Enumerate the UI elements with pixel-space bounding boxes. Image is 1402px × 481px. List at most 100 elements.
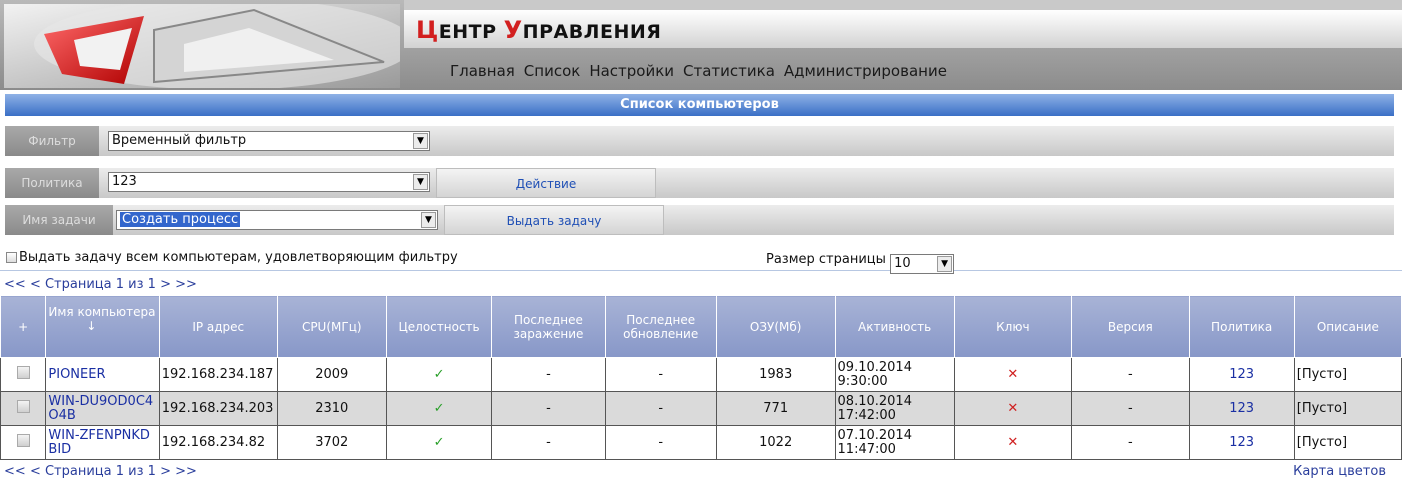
nav-statistics[interactable]: Статистика	[683, 62, 775, 80]
col-header-policy[interactable]: Политика	[1188, 295, 1295, 358]
col-header-key[interactable]: Ключ	[953, 295, 1073, 358]
filter-select-value: Временный фильтр	[112, 133, 247, 148]
assign-all-checkbox[interactable]	[6, 252, 17, 263]
last-infection-cell: -	[491, 391, 606, 426]
col-header-version[interactable]: Версия	[1071, 295, 1190, 358]
last-update-cell: -	[604, 391, 717, 426]
ram-cell: 771	[715, 391, 836, 426]
pager-next[interactable]: >	[160, 277, 171, 292]
check-icon: ✓	[385, 425, 493, 460]
title-part: ЕНТР	[438, 21, 504, 43]
assign-all-option[interactable]: Выдать задачу всем компьютерам, удовлетв…	[6, 250, 458, 265]
computer-name-text: WIN-DU9OD0C4O4B	[48, 393, 154, 423]
ip-cell: 192.168.234.82	[158, 425, 278, 460]
action-button[interactable]: Действие	[436, 168, 656, 198]
col-header-computer-name[interactable]: Имя компьютера ↓	[45, 295, 160, 358]
app-header: ЦЕНТР УПРАВЛЕНИЯ Главная Список Настройк…	[0, 0, 1402, 90]
dropdown-arrow-icon[interactable]: ▼	[413, 174, 428, 190]
last-update-cell: -	[604, 425, 717, 460]
add-column-header[interactable]: +	[0, 295, 47, 358]
dropdown-arrow-icon[interactable]: ▼	[413, 133, 428, 149]
ram-cell: 1022	[715, 425, 836, 460]
row-checkbox[interactable]	[16, 366, 30, 379]
policy-select[interactable]: 123 ▼	[108, 172, 430, 192]
check-icon: ✓	[385, 357, 493, 392]
app-title: ЦЕНТР УПРАВЛЕНИЯ	[416, 16, 661, 44]
activity-date: 08.10.2014	[837, 393, 912, 409]
row-checkbox[interactable]	[16, 434, 30, 447]
pager-last[interactable]: >>	[175, 277, 197, 292]
nav-list[interactable]: Список	[524, 62, 581, 80]
cpu-cell: 3702	[276, 425, 387, 460]
activity-date: 07.10.2014	[837, 427, 912, 443]
version-cell: -	[1071, 391, 1190, 426]
row-checkbox[interactable]	[16, 400, 30, 413]
pager-first[interactable]: <<	[4, 277, 26, 292]
page-size-select[interactable]: 10 ▼	[890, 254, 955, 274]
main-nav: Главная Список Настройки Статистика Адми…	[450, 62, 947, 80]
table-header-row: + Имя компьютера ↓ IP адрес CPU(МГц) Цел…	[0, 295, 1402, 358]
title-letter: Ц	[416, 16, 439, 44]
page-size-control: Размер страницы 10 ▼	[766, 250, 955, 274]
dropdown-arrow-icon[interactable]: ▼	[421, 212, 436, 228]
computers-table: + Имя компьютера ↓ IP адрес CPU(МГц) Цел…	[0, 295, 1402, 460]
nav-home[interactable]: Главная	[450, 62, 515, 80]
policy-select-value: 123	[112, 174, 137, 189]
last-infection-cell: -	[491, 425, 606, 460]
cross-icon: ✕	[953, 391, 1073, 426]
page-size-label: Размер страницы	[766, 252, 886, 267]
col-header-description[interactable]: Описание	[1293, 295, 1402, 358]
col-header-integrity[interactable]: Целостность	[385, 295, 493, 358]
version-cell: -	[1071, 357, 1190, 392]
table-row: WIN-ZFENPNKDBID 192.168.234.82 3702 ✓ - …	[0, 425, 1402, 460]
computer-name-link[interactable]: WIN-ZFENPNKDBID	[45, 425, 160, 460]
app-logo	[4, 4, 400, 88]
section-title: Список компьютеров	[5, 94, 1394, 116]
col-header-activity[interactable]: Активность	[834, 295, 955, 358]
col-header-last-update[interactable]: Последнее обновление	[604, 295, 717, 358]
table-row: WIN-DU9OD0C4O4B 192.168.234.203 2310 ✓ -…	[0, 391, 1402, 426]
computer-name-link[interactable]: PIONEER	[45, 357, 160, 392]
pager-first[interactable]: <<	[4, 464, 26, 479]
ram-cell: 1983	[715, 357, 836, 392]
assign-task-button[interactable]: Выдать задачу	[444, 205, 664, 235]
dropdown-arrow-icon[interactable]: ▼	[937, 256, 953, 272]
title-part: ПРАВЛЕНИЯ	[522, 21, 662, 43]
nav-settings[interactable]: Настройки	[589, 62, 674, 80]
pager-prev[interactable]: <	[30, 277, 41, 292]
task-select[interactable]: Создать процесс ▼	[116, 210, 438, 230]
pager-next[interactable]: >	[160, 464, 171, 479]
computer-name-text: WIN-ZFENPNKDBID	[48, 427, 150, 457]
policy-link[interactable]: 123	[1188, 425, 1295, 460]
activity-date: 09.10.2014	[837, 359, 912, 375]
filter-label: Фильтр	[5, 126, 99, 156]
pager-text: Страница 1 из 1	[44, 464, 156, 479]
assign-all-label: Выдать задачу всем компьютерам, удовлетв…	[19, 250, 458, 265]
col-header-last-infection[interactable]: Последнее заражение	[491, 295, 606, 358]
policy-label: Политика	[5, 168, 99, 198]
page-size-value: 10	[894, 256, 911, 271]
sort-arrow-icon: ↓	[86, 319, 97, 333]
nav-administration[interactable]: Администрирование	[784, 62, 947, 80]
header-top-strip	[404, 0, 1402, 10]
filter-select[interactable]: Временный фильтр ▼	[108, 131, 430, 151]
row-select-cell	[0, 391, 47, 426]
computer-name-link[interactable]: WIN-DU9OD0C4O4B	[45, 391, 160, 426]
pager-bottom: << < Страница 1 из 1 > >>	[4, 464, 197, 479]
pager-prev[interactable]: <	[30, 464, 41, 479]
activity-cell: 08.10.2014 17:42:00	[834, 391, 955, 426]
ip-cell: 192.168.234.187	[158, 357, 278, 392]
check-icon: ✓	[385, 391, 493, 426]
col-header-ip[interactable]: IP адрес	[158, 295, 278, 358]
col-header-cpu[interactable]: CPU(МГц)	[276, 295, 387, 358]
row-select-cell	[0, 425, 47, 460]
policy-link[interactable]: 123	[1188, 391, 1295, 426]
last-infection-cell: -	[491, 357, 606, 392]
activity-time: 17:42:00	[837, 407, 896, 423]
col-header-ram[interactable]: ОЗУ(Мб)	[715, 295, 836, 358]
table-row: PIONEER 192.168.234.187 2009 ✓ - - 1983 …	[0, 357, 1402, 392]
color-map-link[interactable]: Карта цветов	[1293, 464, 1386, 479]
policy-link[interactable]: 123	[1188, 357, 1295, 392]
cross-icon: ✕	[953, 425, 1073, 460]
pager-last[interactable]: >>	[175, 464, 197, 479]
